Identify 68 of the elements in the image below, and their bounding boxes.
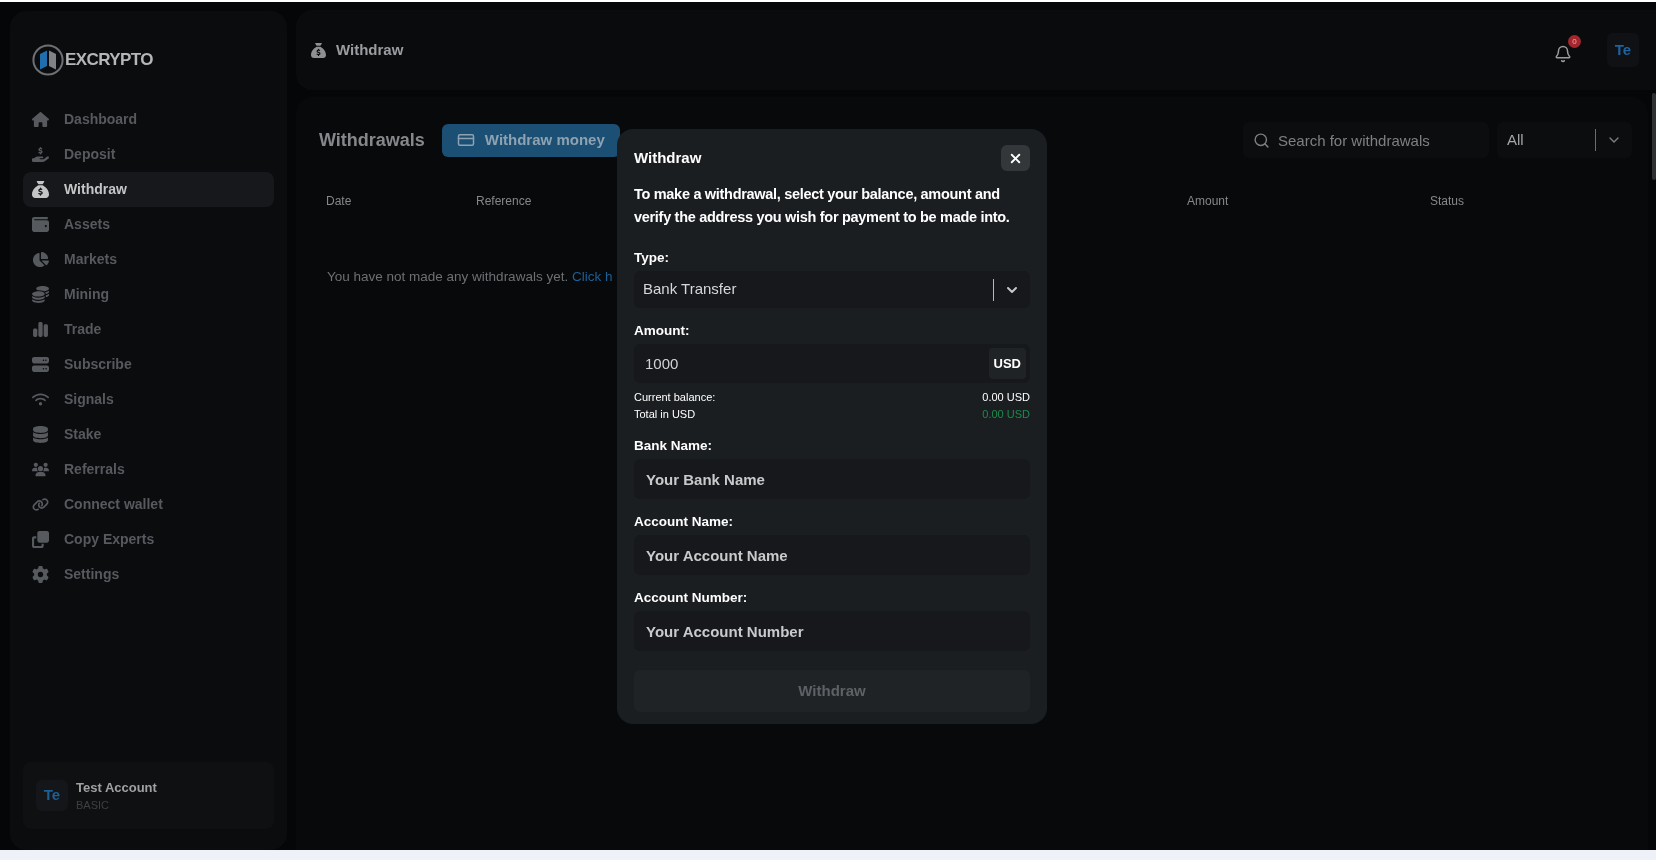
nav-item[interactable]: Subscribe bbox=[23, 347, 274, 382]
home-icon bbox=[32, 111, 49, 128]
summary-value: 0.00 USD bbox=[982, 407, 1030, 423]
summary-value: 0.00 USD bbox=[982, 390, 1030, 406]
nav-item[interactable]: Markets bbox=[23, 242, 274, 277]
nav-item[interactable]: Settings bbox=[23, 557, 274, 592]
copy-icon bbox=[32, 531, 49, 548]
status-filter[interactable]: All bbox=[1497, 122, 1632, 158]
coins-icon bbox=[32, 286, 49, 303]
currency-label: USD bbox=[988, 348, 1026, 379]
field-label: Account Number: bbox=[634, 589, 749, 605]
bell-icon bbox=[1554, 45, 1572, 63]
database-icon bbox=[32, 426, 49, 443]
bar-chart-icon bbox=[32, 321, 49, 338]
nav-item[interactable]: Trade bbox=[23, 312, 274, 347]
hand-coin-icon bbox=[32, 146, 49, 163]
search-field[interactable]: Search for withdrawals bbox=[1243, 122, 1489, 158]
section-title: Withdrawals bbox=[319, 128, 425, 152]
text-field[interactable]: Your Account Name bbox=[634, 535, 1030, 575]
wallet-icon bbox=[32, 216, 49, 233]
nav-item[interactable]: Assets bbox=[23, 207, 274, 242]
logo-icon bbox=[32, 44, 64, 76]
user-name: Test Account bbox=[76, 778, 157, 797]
field-label: Bank Name: bbox=[634, 437, 714, 453]
page-title: Withdraw bbox=[336, 39, 404, 60]
field-label: Amount: bbox=[634, 322, 691, 338]
notification-badge: 0 bbox=[1568, 35, 1581, 48]
nav-item[interactable]: Stake bbox=[23, 417, 274, 452]
search-icon bbox=[1253, 132, 1270, 149]
nav-item[interactable]: Copy Experts bbox=[23, 522, 274, 557]
dialog-title: Withdraw bbox=[634, 147, 702, 168]
settings-icon bbox=[32, 566, 49, 583]
column-header: Amount bbox=[1187, 194, 1229, 208]
logo-text: EXCRYPTO bbox=[65, 49, 153, 72]
summary-label: Current balance: bbox=[634, 390, 716, 406]
money-bag-icon bbox=[32, 181, 49, 198]
profile-avatar[interactable]: Te bbox=[1607, 33, 1639, 67]
field-label: Account Name: bbox=[634, 513, 734, 529]
wifi-icon bbox=[32, 391, 49, 408]
dialog-description: To make a withdrawal, select your balance, amount and verify the address you wish for payment to be made into. bbox=[634, 185, 1011, 227]
notifications-button[interactable]: 0 bbox=[1554, 35, 1581, 65]
nav-item[interactable]: Signals bbox=[23, 382, 274, 417]
empty-message: You have not made any withdrawals yet. Click h bbox=[327, 268, 613, 286]
pie-chart-icon bbox=[32, 251, 49, 268]
user-avatar: Te bbox=[36, 780, 68, 811]
type-select[interactable]: Bank Transfer bbox=[634, 271, 1030, 308]
nav-item[interactable]: Dashboard bbox=[23, 102, 274, 137]
nav-item[interactable]: Connect wallet bbox=[23, 487, 274, 522]
text-field[interactable]: Your Account Number bbox=[634, 611, 1030, 651]
empty-state-link[interactable]: Click h bbox=[571, 269, 613, 284]
withdraw-money-button[interactable]: Withdraw money bbox=[441, 123, 620, 157]
summary-label: Total in USD bbox=[634, 407, 696, 423]
nav-item[interactable]: Referrals bbox=[23, 452, 274, 487]
nav-item[interactable]: Withdraw bbox=[23, 172, 274, 207]
field-label: Type: bbox=[634, 249, 670, 265]
column-header: Date bbox=[326, 194, 352, 208]
nav-item[interactable]: Mining bbox=[23, 277, 274, 312]
column-header: Reference bbox=[476, 194, 532, 208]
text-field[interactable]: Your Bank Name bbox=[634, 459, 1030, 499]
close-button[interactable] bbox=[1001, 145, 1030, 171]
link-icon bbox=[32, 496, 49, 513]
server-icon bbox=[32, 356, 49, 373]
scrollbar-thumb[interactable] bbox=[1652, 93, 1656, 180]
users-icon bbox=[32, 461, 49, 478]
nav-item[interactable]: Deposit bbox=[23, 137, 274, 172]
column-header: Status bbox=[1430, 194, 1465, 208]
card-icon bbox=[456, 131, 475, 149]
money-bag-icon bbox=[311, 42, 326, 58]
